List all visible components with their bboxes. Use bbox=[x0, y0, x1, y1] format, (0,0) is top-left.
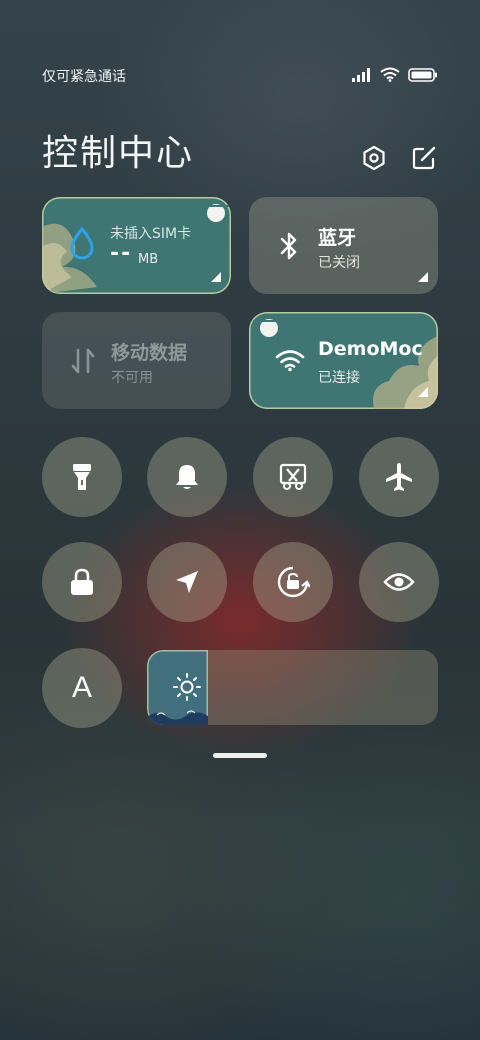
flashlight-icon bbox=[70, 462, 94, 492]
location-toggle[interactable] bbox=[147, 542, 227, 622]
wifi-icon bbox=[275, 348, 305, 376]
wave-decoration bbox=[147, 710, 208, 725]
home-indicator[interactable] bbox=[213, 753, 267, 758]
brightness-fill[interactable] bbox=[147, 650, 208, 725]
bluetooth-tile[interactable]: 蓝牙 已关闭 bbox=[249, 197, 438, 294]
expand-corner-icon[interactable] bbox=[418, 272, 428, 282]
sun-icon bbox=[172, 672, 202, 706]
mobile-data-icon bbox=[70, 346, 96, 380]
flashlight-toggle[interactable] bbox=[42, 437, 122, 517]
bluetooth-status: 已关闭 bbox=[318, 255, 360, 271]
screenshot-toggle[interactable] bbox=[253, 437, 333, 517]
lock-screen-toggle[interactable] bbox=[42, 542, 122, 622]
signal-icon bbox=[352, 67, 372, 86]
screenshot-icon bbox=[278, 462, 308, 492]
bluetooth-icon bbox=[277, 231, 301, 265]
eye-icon bbox=[383, 571, 415, 593]
moon-decoration bbox=[253, 319, 285, 337]
expand-corner-icon[interactable] bbox=[418, 387, 428, 397]
rotation-lock-toggle[interactable] bbox=[253, 542, 333, 622]
lock-icon bbox=[69, 567, 95, 597]
mobile-data-tile[interactable]: 移动数据 不可用 bbox=[42, 312, 231, 409]
carrier-status: 仅可紧急通话 bbox=[42, 69, 126, 85]
data-usage-tile[interactable]: 未插入SIM卡 -- MB bbox=[42, 197, 231, 294]
mobile-data-status: 不可用 bbox=[111, 370, 153, 386]
bell-icon bbox=[173, 462, 201, 492]
data-usage-value: -- bbox=[110, 241, 133, 266]
wifi-icon bbox=[380, 67, 400, 86]
font-size-button[interactable]: A bbox=[42, 648, 122, 728]
battery-icon bbox=[408, 67, 438, 86]
location-icon bbox=[173, 568, 201, 596]
water-drop-icon bbox=[68, 226, 96, 265]
status-bar: 仅可紧急通话 bbox=[42, 64, 438, 88]
header-actions bbox=[360, 144, 438, 172]
wifi-network-name: DemoMoc bbox=[318, 338, 423, 360]
status-icons bbox=[352, 67, 438, 86]
mobile-data-label: 移动数据 bbox=[111, 342, 188, 364]
wifi-tile[interactable]: DemoMoc 已连接 bbox=[249, 312, 438, 409]
bluetooth-label: 蓝牙 bbox=[318, 227, 357, 249]
expand-corner-icon[interactable] bbox=[211, 272, 221, 282]
page-title: 控制中心 bbox=[42, 133, 195, 174]
airplane-icon bbox=[383, 461, 415, 493]
brightness-slider[interactable] bbox=[147, 650, 438, 725]
settings-icon[interactable] bbox=[360, 144, 388, 172]
moon-decoration bbox=[202, 204, 230, 222]
reading-mode-toggle[interactable] bbox=[359, 542, 439, 622]
wifi-status: 已连接 bbox=[318, 370, 360, 386]
rotation-lock-icon bbox=[276, 565, 310, 599]
sound-toggle[interactable] bbox=[147, 437, 227, 517]
font-size-label: A bbox=[71, 671, 92, 704]
airplane-mode-toggle[interactable] bbox=[359, 437, 439, 517]
sim-status-label: 未插入SIM卡 bbox=[110, 226, 192, 242]
edit-icon[interactable] bbox=[410, 144, 438, 172]
data-usage-unit: MB bbox=[138, 252, 159, 267]
